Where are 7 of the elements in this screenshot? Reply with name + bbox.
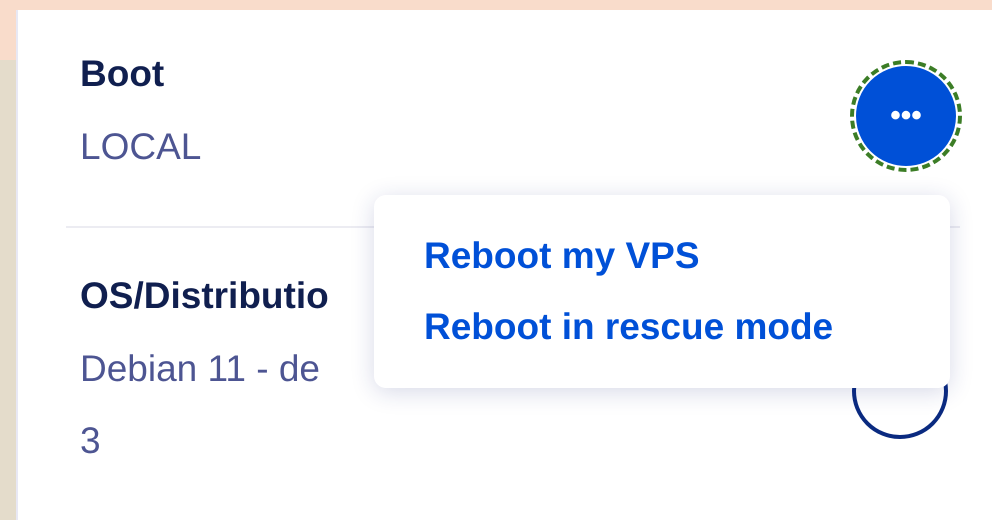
field-label: OS/Distributio <box>80 274 329 318</box>
field-label: Boot <box>80 52 164 96</box>
menu-item[interactable]: Reboot my VPS <box>424 230 700 281</box>
menu-item[interactable]: Reboot in rescue mode <box>424 302 834 352</box>
field-value: Debian 11 - de <box>80 347 320 391</box>
field-value: 3 <box>80 419 101 463</box>
field-value: LOCAL <box>80 125 202 169</box>
